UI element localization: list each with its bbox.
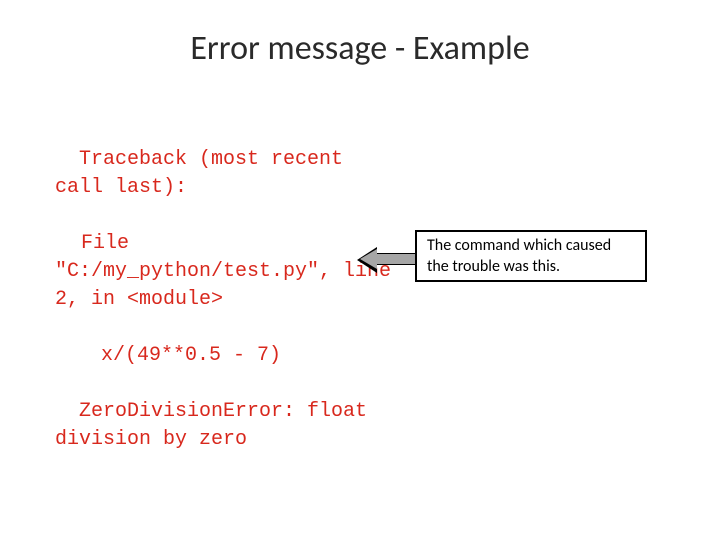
annotation-callout: The command which caused the trouble was… <box>415 230 647 282</box>
traceback-line-code: x/(49**0.5 - 7) <box>55 342 395 370</box>
slide-title: Error message - Example <box>0 0 720 69</box>
traceback-line-error: ZeroDivisionError: float division by zer… <box>55 400 379 451</box>
traceback-line-file-rest: "C:/my_python/test.py", line 2, in <modu… <box>55 260 403 311</box>
arrow-left-icon <box>357 247 419 271</box>
traceback-line-header: Traceback (most recent call last): <box>55 148 355 199</box>
traceback-line-file-pre: File <box>55 230 395 258</box>
traceback-block: Traceback (most recent call last): File"… <box>55 118 395 454</box>
